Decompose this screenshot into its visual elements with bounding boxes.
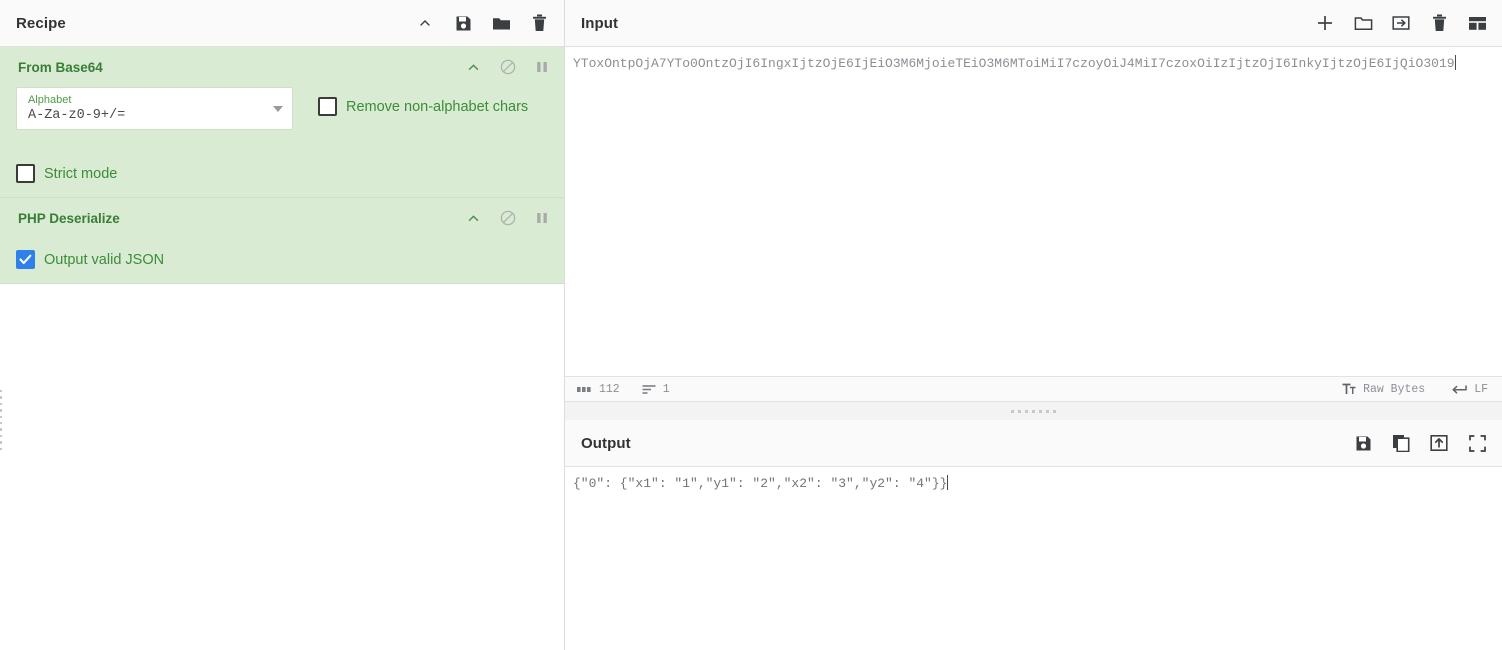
input-toolbar — [1314, 12, 1488, 34]
save-recipe-icon[interactable] — [452, 12, 474, 34]
alphabet-value: A-Za-z0-9+/= — [28, 108, 126, 123]
strict-mode-checkbox[interactable]: Strict mode — [16, 164, 548, 183]
strict-mode-row: Strict mode — [0, 164, 564, 183]
alphabet-label: Alphabet — [28, 94, 72, 106]
abc-icon — [577, 385, 592, 394]
checkbox-box[interactable] — [16, 250, 35, 269]
font-icon — [1342, 383, 1356, 395]
checkbox-box[interactable] — [318, 97, 337, 116]
replace-input-with-output-icon[interactable] — [1428, 432, 1450, 454]
pause-icon[interactable] — [536, 60, 548, 74]
save-output-icon[interactable] — [1352, 432, 1374, 454]
lines-icon — [642, 384, 656, 395]
disable-icon[interactable] — [500, 210, 516, 226]
strict-mode-label: Strict mode — [44, 165, 118, 182]
operation-arguments: Alphabet A-Za-z0-9+/= Remove non-alphabe… — [0, 87, 564, 130]
output-title-bar: Output — [565, 420, 1502, 467]
maximise-output-icon[interactable] — [1466, 432, 1488, 454]
input-textarea[interactable]: YToxOntpOjA7YTo0OntzOjI6IngxIjtzOjE6IjEi… — [565, 47, 1502, 376]
chevron-down-icon[interactable] — [273, 106, 283, 112]
input-line-ending-value: LF — [1474, 382, 1488, 396]
io-column: Input YToxOntpOjA7YTo0OntzOjI6IngxIjtzOj… — [565, 0, 1502, 650]
drag-dots — [1011, 409, 1056, 413]
operation-header: From Base64 — [0, 47, 564, 87]
input-title-bar: Input — [565, 0, 1502, 47]
input-pane: Input YToxOntpOjA7YTo0OntzOjI6IngxIjtzOj… — [565, 0, 1502, 420]
output-valid-json-checkbox[interactable]: Output valid JSON — [16, 250, 548, 269]
pane-resize-handle[interactable] — [0, 389, 4, 451]
open-folder-icon[interactable] — [1352, 12, 1374, 34]
recipe-toolbar — [414, 12, 550, 34]
operation-from-base64[interactable]: From Base64 Alphabet A-Za-z0-9+/= Remove… — [0, 47, 564, 198]
output-toolbar — [1352, 432, 1488, 454]
input-status-right: Raw Bytes LF — [1316, 383, 1488, 396]
remove-non-alphabet-chars-checkbox[interactable]: Remove non-alphabet chars — [318, 97, 528, 116]
operation-header: PHP Deserialize — [0, 198, 564, 238]
operation-controls — [467, 59, 548, 75]
disable-icon[interactable] — [500, 59, 516, 75]
add-input-tab-icon[interactable] — [1314, 12, 1336, 34]
input-status-bar: 112 1 Raw Bytes LF — [565, 376, 1502, 402]
input-title: Input — [581, 14, 619, 32]
recipe-operation-list: From Base64 Alphabet A-Za-z0-9+/= Remove… — [0, 47, 564, 284]
output-textarea[interactable]: {"0": {"x1": "1","y1": "2","x2": "3","y2… — [565, 467, 1502, 650]
return-arrow-icon — [1451, 384, 1467, 395]
recipe-title: Recipe — [16, 14, 66, 32]
pause-icon[interactable] — [536, 211, 548, 225]
operation-controls — [467, 210, 548, 226]
input-length-status: 112 — [577, 383, 620, 396]
alphabet-select[interactable]: Alphabet A-Za-z0-9+/= — [16, 87, 293, 130]
open-file-as-input-icon[interactable] — [1390, 12, 1412, 34]
output-valid-json-label: Output valid JSON — [44, 251, 165, 268]
output-title: Output — [581, 434, 631, 452]
input-lines-status: 1 — [642, 383, 670, 396]
chevron-up-icon[interactable] — [467, 212, 480, 225]
operation-php-deserialize[interactable]: PHP Deserialize Output valid JSON — [0, 198, 564, 284]
input-text: YToxOntpOjA7YTo0OntzOjI6IngxIjtzOjE6IjEi… — [573, 56, 1455, 71]
cyberchef-app: Recipe From Base64 Alphabet A-Za-z0-9+/=… — [0, 0, 1502, 650]
output-pane: Output {"0": {"x1": "1","y1": "2","x2": … — [565, 420, 1502, 650]
chevron-up-icon[interactable] — [467, 61, 480, 74]
operation-title: PHP Deserialize — [18, 210, 120, 226]
input-lines-value: 1 — [662, 382, 670, 396]
copy-output-icon[interactable] — [1390, 432, 1412, 454]
checkbox-box[interactable] — [16, 164, 35, 183]
recipe-title-bar: Recipe — [0, 0, 564, 47]
remove-non-alphabet-chars-label: Remove non-alphabet chars — [346, 98, 529, 115]
tab-layout-icon[interactable] — [1466, 12, 1488, 34]
input-length-value: 112 — [599, 382, 620, 396]
input-encoding-value: Raw Bytes — [1363, 382, 1426, 396]
input-encoding-status[interactable]: Raw Bytes — [1342, 383, 1425, 396]
clear-input-icon[interactable] — [1428, 12, 1450, 34]
output-text: {"0": {"x1": "1","y1": "2","x2": "3","y2… — [573, 476, 948, 491]
collapse-chevron-icon[interactable] — [414, 12, 436, 34]
load-recipe-icon[interactable] — [490, 12, 512, 34]
text-cursor — [947, 475, 949, 490]
clear-recipe-icon[interactable] — [528, 12, 550, 34]
operation-title: From Base64 — [18, 59, 103, 75]
recipe-pane: Recipe From Base64 Alphabet A-Za-z0-9+/=… — [0, 0, 565, 650]
input-line-ending-status[interactable]: LF — [1451, 383, 1488, 396]
io-resize-handle[interactable] — [565, 402, 1502, 420]
operation-arguments: Output valid JSON — [0, 250, 564, 269]
